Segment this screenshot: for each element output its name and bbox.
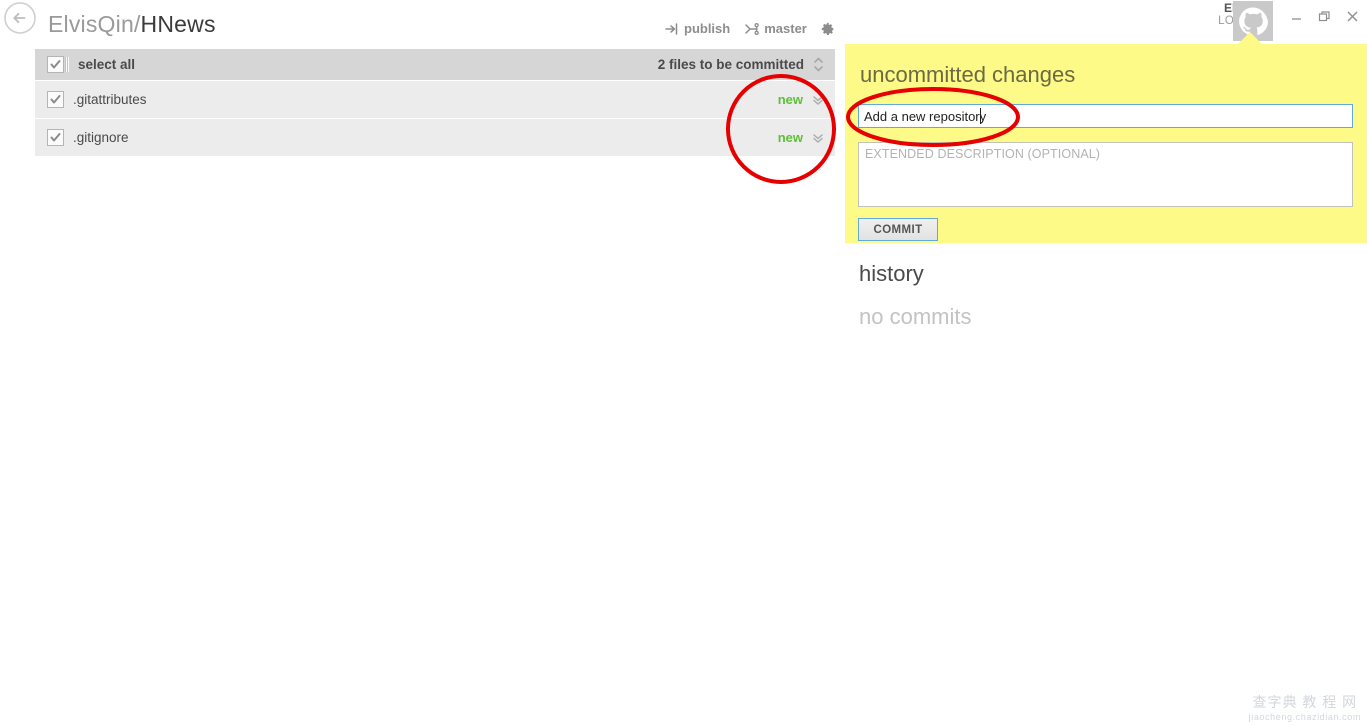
files-to-commit-count: 2 files to be committed (657, 57, 804, 72)
select-all-label: select all (78, 57, 136, 72)
repo-name: HNews (140, 11, 216, 37)
table-row[interactable]: .gitignore new (35, 118, 835, 156)
file-name: .gitignore (73, 130, 129, 145)
history-empty-label: no commits (859, 304, 972, 329)
commit-button[interactable]: COMMIT (858, 218, 938, 241)
back-arrow-icon[interactable] (4, 2, 40, 38)
branch-icon (744, 22, 759, 36)
restore-icon[interactable] (1318, 10, 1331, 23)
chevron-double-down-icon[interactable] (812, 94, 824, 106)
publish-icon (665, 22, 679, 36)
table-row[interactable]: .gitattributes new (35, 80, 835, 118)
github-desktop-window: ElvisQin/HNews publish master LOG select… (0, 0, 1367, 726)
select-all-checkbox[interactable] (47, 56, 64, 73)
minimize-icon[interactable] (1290, 10, 1303, 23)
watermark-line-1: 查字典 教 程 网 (1252, 694, 1358, 710)
filelist-header: select all 2 files to be committed (35, 49, 835, 80)
status-badge: new (777, 92, 803, 107)
history-title: history (859, 261, 924, 286)
gear-icon (821, 22, 835, 36)
changed-files-list: select all 2 files to be committed .gita… (35, 49, 835, 156)
file-name: .gitattributes (73, 92, 147, 107)
chevron-double-down-icon[interactable] (812, 132, 824, 144)
watermark-line-2: jiaocheng.chazidian.com (1248, 712, 1361, 722)
file-checkbox[interactable] (47, 129, 64, 146)
watermark: 查字典 教 程 网 jiaocheng.chazidian.com (1249, 692, 1361, 722)
commit-description-input[interactable]: EXTENDED DESCRIPTION (OPTIONAL) (858, 142, 1353, 207)
file-checkbox[interactable] (47, 91, 64, 108)
page-title: ElvisQin/HNews (48, 11, 216, 38)
sort-updown-icon[interactable] (813, 57, 824, 72)
text-caret (980, 108, 981, 124)
publish-button[interactable]: publish (665, 21, 730, 36)
settings-button[interactable] (821, 22, 835, 36)
status-badge: new (777, 130, 803, 145)
uncommitted-changes-title: uncommitted changes (860, 62, 1076, 87)
branch-label: master (764, 21, 807, 36)
close-icon[interactable] (1346, 10, 1359, 23)
partial-select-indicator (65, 57, 69, 72)
repo-toolbar: publish master (665, 21, 835, 36)
commit-description-placeholder: EXTENDED DESCRIPTION (OPTIONAL) (865, 147, 1101, 161)
repo-separator: / (133, 11, 141, 37)
commit-summary-input[interactable] (858, 104, 1353, 128)
window-controls (1290, 10, 1359, 23)
repo-owner: ElvisQin (48, 11, 134, 37)
publish-label: publish (684, 21, 731, 36)
branch-selector[interactable]: master (744, 21, 807, 36)
